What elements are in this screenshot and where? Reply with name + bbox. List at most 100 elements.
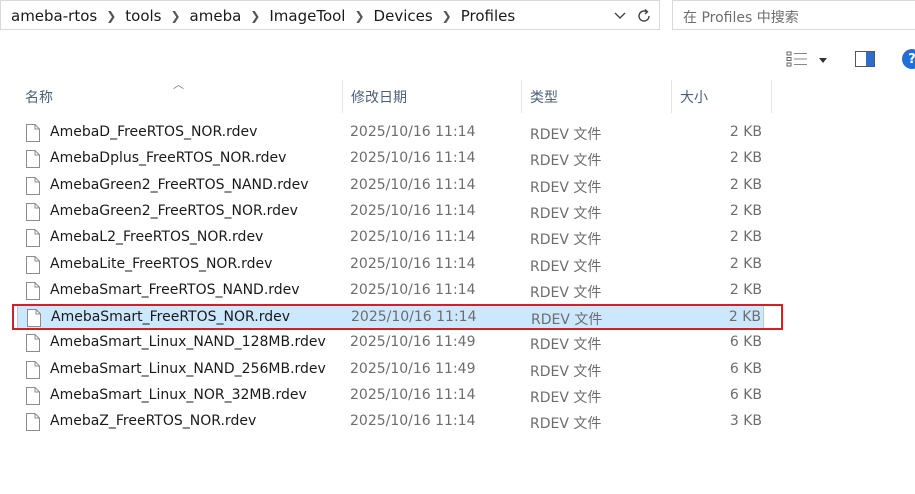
- file-type: RDEV 文件: [530, 205, 602, 222]
- address-history-dropdown-icon[interactable]: [611, 6, 629, 26]
- file-size: 6 KB: [729, 334, 762, 351]
- breadcrumb-separator-icon[interactable]: ❯: [250, 9, 260, 23]
- file-row[interactable]: AmebaSmart_FreeRTOS_NAND.rdev 2025/10/16 …: [17, 278, 764, 304]
- file-size: 2 KB: [729, 150, 762, 167]
- file-modified-date: 2025/10/16 11:49: [350, 360, 476, 377]
- column-header-date-label: 修改日期: [351, 90, 407, 106]
- file-type: RDEV 文件: [530, 258, 602, 275]
- file-type: RDEV 文件: [530, 390, 602, 406]
- file-row[interactable]: AmebaL2_FreeRTOS_NOR.rdev 2025/10/16 11:1…: [17, 225, 764, 251]
- file-size: 6 KB: [729, 360, 762, 377]
- file-row[interactable]: AmebaDplus_FreeRTOS_NOR.rdev 2025/10/16 1…: [17, 146, 764, 172]
- file-modified-date: 2025/10/16 11:14: [350, 150, 476, 167]
- file-modified-date: 2025/10/16 11:14: [350, 229, 476, 246]
- file-icon: [26, 176, 40, 199]
- breadcrumb-item-tools[interactable]: tools: [125, 7, 161, 25]
- file-type: RDEV 文件: [530, 127, 602, 143]
- file-size: 6 KB: [729, 387, 762, 403]
- breadcrumb-separator-icon[interactable]: ❯: [354, 9, 364, 23]
- preview-pane-icon[interactable]: [854, 50, 876, 68]
- column-header-name[interactable]: 名称: [17, 80, 343, 113]
- file-row[interactable]: AmebaSmart_Linux_NOR_32MB.rdev 2025/10/16…: [17, 383, 764, 409]
- breadcrumb-separator-icon[interactable]: ❯: [442, 9, 452, 23]
- file-icon: [26, 150, 40, 172]
- file-modified-date: 2025/10/16 11:14: [350, 176, 476, 193]
- breadcrumb-separator-icon[interactable]: ❯: [170, 9, 180, 23]
- breadcrumb-item-imagetool[interactable]: ImageTool: [269, 7, 345, 25]
- file-icon: [26, 281, 40, 304]
- file-icon: [26, 255, 40, 278]
- file-type: RDEV 文件: [530, 284, 602, 301]
- file-type: RDEV 文件: [531, 312, 603, 329]
- file-name: AmebaD_FreeRTOS_NOR.rdev: [50, 124, 258, 140]
- breadcrumb-item-devices[interactable]: Devices: [374, 7, 433, 25]
- file-modified-date: 2025/10/16 11:49: [350, 334, 476, 351]
- file-name: AmebaSmart_FreeRTOS_NAND.rdev: [50, 281, 300, 298]
- file-icon: [26, 360, 40, 383]
- file-modified-date: 2025/10/16 11:14: [350, 255, 476, 272]
- file-size: 2 KB: [729, 281, 762, 298]
- breadcrumb-item-ameba[interactable]: ameba: [190, 7, 242, 25]
- file-size: 2 KB: [729, 202, 762, 219]
- file-name: AmebaSmart_FreeRTOS_NOR.rdev: [51, 309, 290, 326]
- file-name: AmebaZ_FreeRTOS_NOR.rdev: [50, 413, 257, 430]
- breadcrumb-separator-icon[interactable]: ❯: [106, 9, 116, 23]
- file-row[interactable]: AmebaSmart_FreeRTOS_NOR.rdev 2025/10/16 1…: [17, 304, 764, 331]
- file-name: AmebaSmart_Linux_NAND_256MB.rdev: [50, 360, 326, 377]
- file-name: AmebaSmart_Linux_NAND_128MB.rdev: [50, 334, 326, 351]
- file-modified-date: 2025/10/16 11:14: [350, 413, 476, 430]
- file-modified-date: 2025/10/16 11:14: [350, 202, 476, 219]
- file-modified-date: 2025/10/16 11:14: [350, 281, 476, 298]
- file-name: AmebaDplus_FreeRTOS_NOR.rdev: [50, 150, 287, 167]
- file-size: 2 KB: [729, 229, 762, 246]
- file-row[interactable]: AmebaGreen2_FreeRTOS_NOR.rdev 2025/10/16 …: [17, 199, 764, 225]
- file-row[interactable]: AmebaGreen2_FreeRTOS_NAND.rdev 2025/10/16…: [17, 173, 764, 199]
- column-header-date[interactable]: 修改日期: [343, 80, 522, 113]
- file-icon: [26, 334, 40, 356]
- file-modified-date: 2025/10/16 11:14: [351, 309, 477, 326]
- column-header-type[interactable]: 类型: [522, 80, 672, 113]
- file-icon: [26, 124, 40, 146]
- file-row[interactable]: AmebaD_FreeRTOS_NOR.rdev 2025/10/16 11:14…: [17, 120, 764, 146]
- file-row[interactable]: AmebaSmart_Linux_NAND_128MB.rdev 2025/10/…: [17, 330, 764, 356]
- file-name: AmebaL2_FreeRTOS_NOR.rdev: [50, 229, 264, 246]
- breadcrumb-item-profiles[interactable]: Profiles: [461, 7, 515, 25]
- column-header-size[interactable]: 大小: [672, 80, 772, 113]
- refresh-icon[interactable]: [633, 6, 655, 26]
- file-icon: [26, 413, 40, 435]
- file-type: RDEV 文件: [530, 363, 602, 380]
- file-type: RDEV 文件: [530, 179, 602, 196]
- file-type: RDEV 文件: [530, 337, 602, 354]
- file-icon: [26, 229, 40, 251]
- search-box[interactable]: 在 Profiles 中搜索: [672, 0, 915, 30]
- file-modified-date: 2025/10/16 11:14: [350, 124, 476, 140]
- file-type: RDEV 文件: [530, 153, 602, 170]
- file-size: 2 KB: [729, 176, 762, 193]
- help-icon[interactable]: ?: [902, 49, 915, 69]
- file-icon: [27, 309, 41, 331]
- column-header-size-label: 大小: [680, 90, 708, 106]
- column-header-row: 名称 修改日期 类型 大小: [0, 80, 915, 113]
- breadcrumb-item-ameba-rtos[interactable]: ameba-rtos: [11, 7, 97, 25]
- breadcrumb: ameba-rtos ❯ tools ❯ ameba ❯ ImageTool ❯…: [11, 1, 515, 31]
- file-name: AmebaLite_FreeRTOS_NOR.rdev: [50, 255, 273, 272]
- address-bar[interactable]: ameba-rtos ❯ tools ❯ ameba ❯ ImageTool ❯…: [0, 0, 660, 30]
- file-row[interactable]: AmebaLite_FreeRTOS_NOR.rdev 2025/10/16 11…: [17, 252, 764, 278]
- file-size: 2 KB: [729, 255, 762, 272]
- view-options-icon[interactable]: [786, 50, 808, 68]
- view-dropdown-icon[interactable]: [817, 52, 829, 66]
- file-row[interactable]: AmebaSmart_Linux_NAND_256MB.rdev 2025/10/…: [17, 357, 764, 383]
- search-input[interactable]: 在 Profiles 中搜索: [683, 7, 799, 27]
- file-size: 3 KB: [729, 413, 762, 430]
- file-name: AmebaGreen2_FreeRTOS_NAND.rdev: [50, 176, 309, 193]
- file-size: 2 KB: [729, 124, 762, 140]
- file-name: AmebaGreen2_FreeRTOS_NOR.rdev: [50, 202, 298, 219]
- file-name: AmebaSmart_Linux_NOR_32MB.rdev: [50, 387, 307, 403]
- column-header-type-label: 类型: [530, 90, 558, 106]
- file-row[interactable]: AmebaZ_FreeRTOS_NOR.rdev 2025/10/16 11:14…: [17, 409, 764, 435]
- file-size: 2 KB: [728, 309, 761, 326]
- file-type: RDEV 文件: [530, 232, 602, 249]
- file-icon: [26, 387, 40, 409]
- file-modified-date: 2025/10/16 11:14: [350, 387, 476, 403]
- column-header-name-label: 名称: [25, 90, 53, 106]
